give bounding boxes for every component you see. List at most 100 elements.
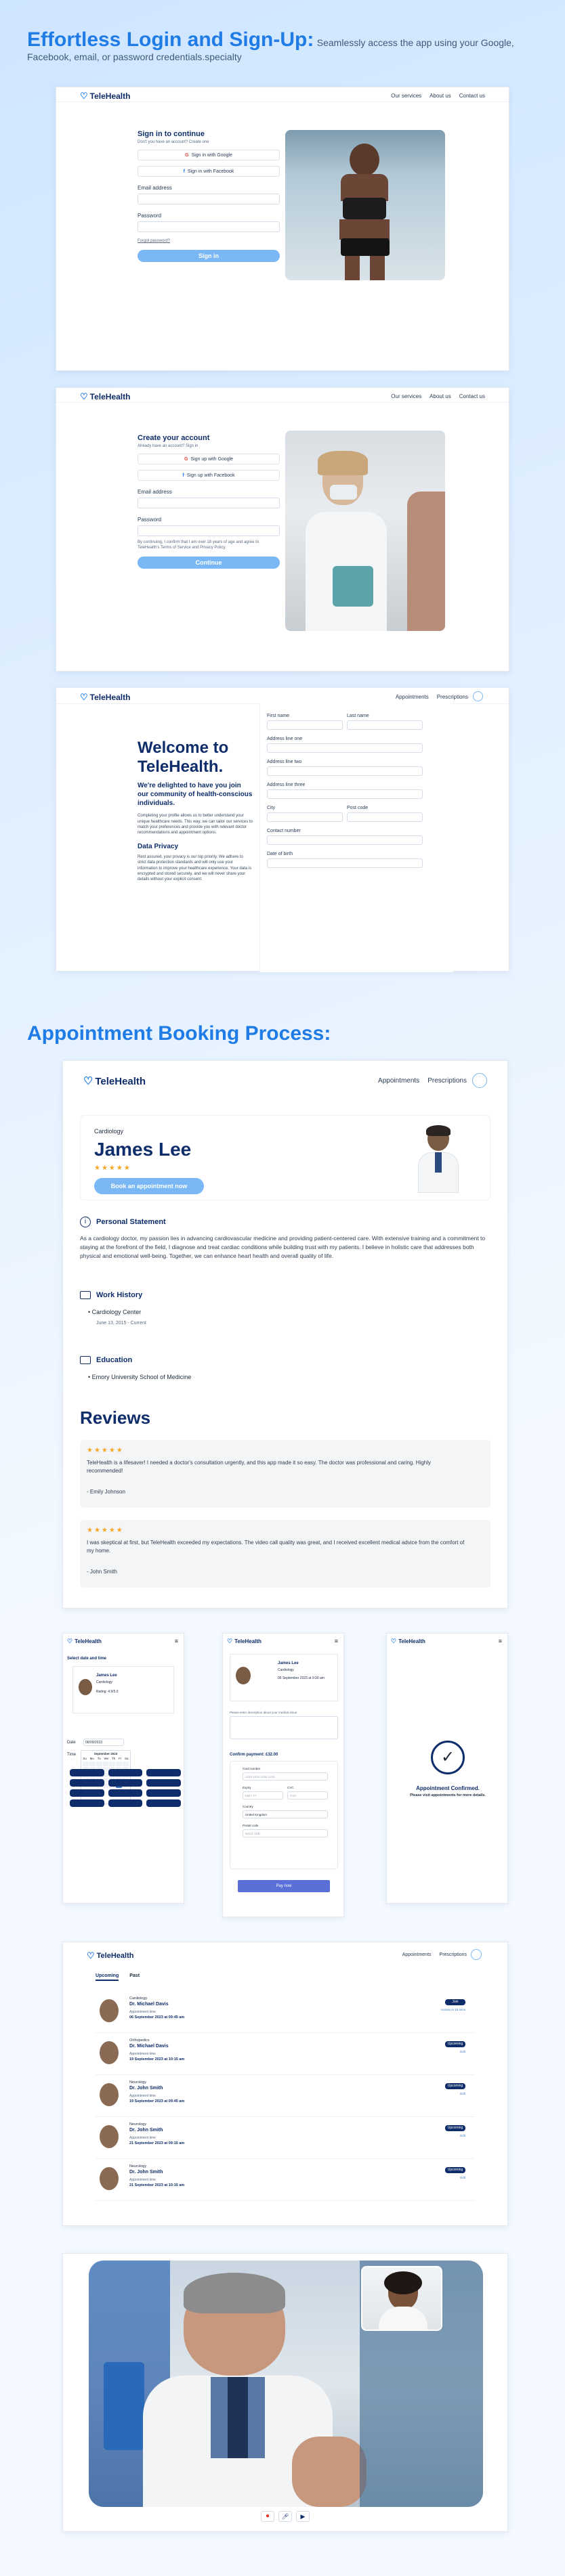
calendar-day[interactable] <box>96 1762 102 1766</box>
time-slot-button[interactable] <box>70 1769 104 1776</box>
appointment-note[interactable]: Edit <box>460 2134 465 2137</box>
appointment-note[interactable]: Edit <box>460 2092 465 2095</box>
email-field[interactable] <box>138 194 280 204</box>
forgot-password-link[interactable]: Forgot password? <box>138 239 280 243</box>
appointment-row[interactable]: Orthopedics Dr. Michael Davis Appointment … <box>96 2033 475 2075</box>
brand-logo[interactable]: ♡ TeleHealth <box>80 391 130 402</box>
calendar-day[interactable] <box>109 1762 116 1766</box>
brand-logo[interactable]: ♡ TeleHealth <box>391 1638 425 1645</box>
time-slot-button[interactable] <box>70 1779 104 1787</box>
nav-contact[interactable]: Contact us <box>459 93 485 99</box>
calendar-day[interactable] <box>102 1762 109 1766</box>
nav-prescriptions[interactable]: Prescriptions <box>440 1952 467 1957</box>
brand-logo[interactable]: ♡ TeleHealth <box>83 1074 146 1088</box>
time-slot-button[interactable] <box>108 1779 143 1787</box>
nav-about[interactable]: About us <box>430 393 451 399</box>
signup-prompt[interactable]: Already have an account? Sign in <box>138 444 280 448</box>
microphone-icon[interactable]: 🎤︎ <box>278 2511 292 2522</box>
address3-field[interactable] <box>267 789 423 799</box>
appointment-note[interactable]: Access in 15 mins <box>441 2008 465 2011</box>
appointment-row[interactable]: Cardiology Dr. Michael Davis Appointment t… <box>96 1991 475 2033</box>
contact-label: Contact number <box>267 829 301 833</box>
appointment-note[interactable]: Edit <box>460 2050 465 2053</box>
appointment-badge[interactable]: Upcoming <box>445 2083 465 2089</box>
camera-icon[interactable]: ▶ <box>296 2511 310 2522</box>
time-slot-button[interactable] <box>146 1779 181 1787</box>
menu-icon[interactable]: ≡ <box>335 1638 338 1644</box>
facebook-signin-button[interactable]: f Sign in with Facebook <box>138 166 280 177</box>
appointment-badge[interactable]: Upcoming <box>445 2125 465 2131</box>
nav-services[interactable]: Our services <box>391 393 421 399</box>
time-slot-button[interactable] <box>70 1799 104 1807</box>
calendar-day[interactable] <box>83 1762 89 1766</box>
card-number-field[interactable]: 1234 1234 1234 1234 <box>243 1772 328 1781</box>
pay-now-button[interactable]: Pay now <box>238 1880 330 1892</box>
brand-logo[interactable]: ♡ TeleHealth <box>80 91 130 102</box>
brand-logo[interactable]: ♡ TeleHealth <box>87 1950 133 1961</box>
time-slot-button[interactable] <box>146 1799 181 1807</box>
first-name-field[interactable] <box>267 720 343 730</box>
appointment-note[interactable]: Edit <box>460 2176 465 2179</box>
time-slot-button[interactable] <box>108 1769 143 1776</box>
book-appointment-button[interactable]: Book an appointment now <box>94 1178 204 1194</box>
time-slot-button[interactable] <box>146 1769 181 1776</box>
nav-appointments[interactable]: Appointments <box>402 1952 432 1957</box>
brand-logo[interactable]: ♡ TeleHealth <box>67 1638 102 1645</box>
contact-field[interactable] <box>267 835 423 845</box>
nav-prescriptions[interactable]: Prescriptions <box>427 1077 467 1085</box>
cvc-field[interactable]: CVC <box>287 1791 328 1799</box>
nav-about[interactable]: About us <box>430 93 451 99</box>
city-field[interactable] <box>267 812 343 822</box>
brand-logo[interactable]: ♡ TeleHealth <box>227 1638 261 1645</box>
expiry-field[interactable]: MM / YY <box>243 1791 283 1799</box>
last-name-field[interactable] <box>347 720 423 730</box>
menu-icon[interactable]: ≡ <box>499 1638 502 1644</box>
avatar[interactable] <box>471 1949 482 1960</box>
appointment-badge[interactable]: Join <box>445 1999 465 2005</box>
booking-title: Appointment Booking Process: <box>27 1022 331 1045</box>
password-field[interactable] <box>138 221 280 232</box>
address2-field[interactable] <box>267 766 423 776</box>
nav-prescriptions[interactable]: Prescriptions <box>437 694 468 700</box>
appointment-row[interactable]: Neurology Dr. John Smith Appointment time 2… <box>96 2159 475 2201</box>
appointment-row[interactable]: Neurology Dr. John Smith Appointment time 1… <box>96 2075 475 2117</box>
nav-appointments[interactable]: Appointments <box>378 1077 419 1085</box>
calendar-day[interactable] <box>116 1762 123 1766</box>
postcode-field[interactable] <box>347 812 423 822</box>
appointment-row[interactable]: Neurology Dr. John Smith Appointment time 2… <box>96 2117 475 2159</box>
address1-field[interactable] <box>267 743 423 753</box>
calendar-day[interactable] <box>89 1762 96 1766</box>
avatar[interactable] <box>472 1073 487 1088</box>
dob-field[interactable] <box>267 858 423 868</box>
time-slot-button[interactable] <box>108 1789 143 1797</box>
postal-label: Postal code <box>243 1824 259 1827</box>
email-field[interactable] <box>138 498 280 508</box>
nav-contact[interactable]: Contact us <box>459 393 485 399</box>
signin-button[interactable]: Sign in <box>138 250 280 262</box>
address3-label: Address line three <box>267 783 306 787</box>
google-signup-button[interactable]: G Sign up with Google <box>138 454 280 464</box>
facebook-signup-button[interactable]: f Sign up with Facebook <box>138 470 280 481</box>
google-signin-button[interactable]: G Sign in with Google <box>138 150 280 160</box>
avatar[interactable] <box>473 691 483 701</box>
country-select[interactable]: United Kingdom <box>243 1810 328 1818</box>
postal-field[interactable]: WS11 1DB <box>243 1829 328 1837</box>
concern-textarea[interactable] <box>230 1716 338 1739</box>
time-slot-button[interactable] <box>70 1789 104 1797</box>
brand-logo[interactable]: ♡ TeleHealth <box>80 692 130 703</box>
calendar-day[interactable] <box>123 1762 129 1766</box>
nav-appointments[interactable]: Appointments <box>396 694 429 700</box>
tab-upcoming[interactable]: Upcoming <box>96 1973 119 1981</box>
date-field[interactable]: 06/09/2023 <box>83 1739 124 1746</box>
time-slot-button[interactable] <box>146 1789 181 1797</box>
menu-icon[interactable]: ≡ <box>175 1638 178 1644</box>
time-slot-button[interactable] <box>108 1799 143 1807</box>
appointment-badge[interactable]: Upcoming <box>445 2167 465 2173</box>
nav-services[interactable]: Our services <box>391 93 421 99</box>
signin-prompt[interactable]: Don't you have an account? Create one <box>138 140 280 144</box>
tab-past[interactable]: Past <box>129 1973 140 1981</box>
appointment-badge[interactable]: Upcoming <box>445 2041 465 2047</box>
end-call-icon[interactable]: ● <box>261 2511 274 2522</box>
password-field[interactable] <box>138 525 280 536</box>
continue-button[interactable]: Continue <box>138 556 280 569</box>
